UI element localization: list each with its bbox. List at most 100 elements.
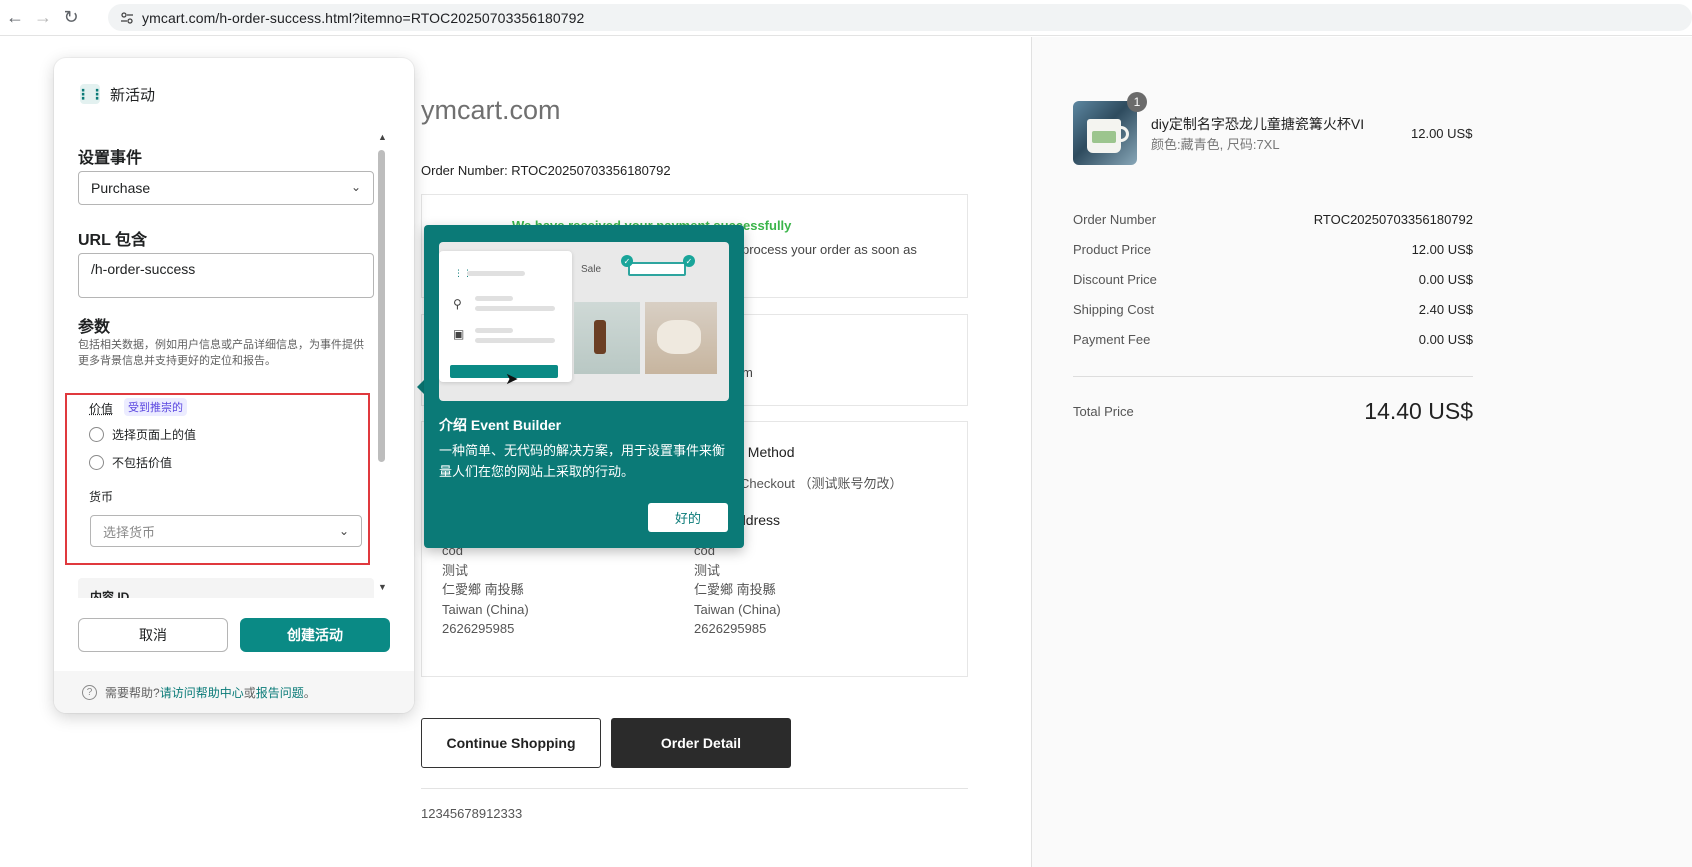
scroll-down-arrow-icon[interactable]: ▼ [378,582,387,592]
summary-divider [1073,376,1473,377]
radio-circle[interactable] [89,455,104,470]
address-line: 测试 [442,562,469,578]
product-thumbnail [1073,101,1137,165]
radio-exclude-value[interactable]: 不包括价值 [89,454,172,471]
mug-handle [1119,126,1129,142]
help-or: 或 [243,685,256,700]
scrollbar-thumb[interactable] [378,150,385,462]
illustration-product-stones [645,302,717,374]
summary-value: 12.00 US$ [1411,242,1473,257]
bottle-shape [594,320,606,354]
summary-row-payment-fee: Payment Fee 0.00 US$ [1073,332,1473,347]
summary-label: Shipping Cost [1073,302,1154,317]
address-bar[interactable]: ymcart.com/h-order-success.html?itemno=R… [108,4,1692,31]
summary-label: Discount Price [1073,272,1157,287]
event-builder-panel: ⋮⋮ 新活动 ▲ ▼ 设置事件 Purchase ⌄ URL 包含 /h-ord… [54,58,414,713]
product-price: 12.00 US$ [1411,126,1473,141]
help-suffix: 。 [303,685,316,700]
radio-select-on-page[interactable]: 选择页面上的值 [89,426,196,443]
help-footer: ? 需要帮助? 请访问帮助中心 或 报告问题 。 [54,671,414,713]
order-detail-button[interactable]: Order Detail [611,718,791,768]
site-info-icon[interactable] [118,9,136,27]
illustration-line [475,296,513,301]
params-label: 参数 [78,319,111,336]
total-label: Total Price [1073,404,1134,419]
help-center-link[interactable]: 请访问帮助中心 [160,684,244,701]
illustration-search-icon: ⚲ [453,297,462,311]
content-id-label: 内容 ID [90,590,130,598]
summary-row-order-number: Order Number RTOC20250703356180792 [1073,212,1473,227]
illustration-search-box [628,262,686,276]
event-builder-intro-popover: ⋮⋮ ⚲ ▣ ➤ Sale ✓ ✓ 介绍 Event Builder 一种简单、… [424,225,744,548]
product-name: diy定制名字恐龙儿童搪瓷篝火杯VI [1151,116,1365,132]
stones-shape [657,320,701,354]
summary-label: Payment Fee [1073,332,1151,347]
billing-address: cod 测试 仁愛鄉 南投縣 Taiwan (China) 2626295985 [442,541,529,639]
address-line: 仁愛鄉 南投縣 [442,582,524,597]
check-icon: ✓ [683,255,695,267]
summary-value: 2.40 US$ [1418,302,1473,317]
summary-row-discount-price: Discount Price 0.00 US$ [1073,272,1473,287]
recommended-badge: 受到推崇的 [124,398,187,416]
cancel-button[interactable]: 取消 [78,618,228,652]
order-number-line: Order Number: RTOC20250703356180792 [421,163,671,178]
back-arrow-icon[interactable]: ← [2,5,28,31]
divider [421,788,968,789]
currency-label: 货币 [89,490,114,504]
address-line: 2626295985 [442,621,515,636]
popover-ok-button[interactable]: 好的 [648,503,728,532]
event-type-value: Purchase [91,180,151,196]
drag-grip-icon[interactable]: ⋮⋮ [76,84,104,104]
help-prefix: 需要帮助? [105,685,160,700]
chevron-down-icon: ⌄ [338,524,349,538]
event-type-select[interactable]: Purchase ⌄ [78,171,374,205]
product-variant: 颜色:藏青色, 尺码:7XL [1151,137,1280,152]
quantity-badge: 1 [1127,92,1147,112]
radio-circle[interactable] [89,427,104,442]
radio-label: 选择页面上的值 [112,428,197,442]
illustration-line [475,306,555,311]
total-row: Total Price 14.40 US$ [1073,398,1473,425]
url-contains-input[interactable]: /h-order-success [78,253,374,298]
currency-select[interactable]: 选择货币 ⌄ [90,515,362,547]
illustration-line [475,338,555,343]
address-line: 仁愛鄉 南投縣 [694,582,776,597]
popover-illustration: ⋮⋮ ⚲ ▣ ➤ Sale ✓ ✓ [439,242,729,401]
chevron-down-icon: ⌄ [350,180,361,194]
params-description: 包括相关数据，例如用户信息或产品详细信息，为事件提供更多背景信息并支持更好的定位… [78,339,364,367]
url-text[interactable]: ymcart.com/h-order-success.html?itemno=R… [142,10,584,26]
reload-icon[interactable]: ↻ [58,5,84,31]
address-line: 2626295985 [694,621,767,636]
popover-title: 介绍 Event Builder [439,417,562,433]
payment-method-value: Checkout （测试账号勿改） [740,476,903,491]
summary-value: 0.00 US$ [1418,332,1473,347]
process-message: process your order as soon as [742,242,917,257]
currency-placeholder: 选择货币 [103,524,156,540]
address-title: ddress [738,512,781,528]
illustration-panel: ⋮⋮ ⚲ ▣ ➤ [439,251,572,388]
address-line: Taiwan (China) [442,601,529,617]
scroll-up-arrow-icon[interactable]: ▲ [378,132,387,142]
site-name[interactable]: ymcart.com [421,95,561,126]
forward-arrow-icon[interactable]: → [30,5,56,31]
set-event-label: 设置事件 [78,150,143,167]
report-issue-link[interactable]: 报告问题 [256,684,304,701]
illustration-line [475,328,513,333]
content-id-section[interactable]: 内容 ID [78,578,374,598]
create-event-button[interactable]: 创建活动 [240,618,390,652]
summary-value: 0.00 US$ [1418,272,1473,287]
summary-label: Product Price [1073,242,1152,257]
illustration-bag-icon: ▣ [453,327,465,341]
continue-shopping-button[interactable]: Continue Shopping [421,718,601,768]
total-value: 14.40 US$ [1364,398,1473,424]
summary-label: Order Number [1073,212,1157,227]
summary-value: RTOC20250703356180792 [1313,212,1473,227]
address-line: Taiwan (China) [694,601,781,617]
url-contains-label: URL 包含 [78,232,148,249]
radio-label: 不包括价值 [112,456,173,470]
help-icon: ? [82,684,97,700]
shipping-address: cod 测试 仁愛鄉 南投縣 Taiwan (China) 2626295985 [694,541,781,639]
illustration-product-bottle [574,302,640,374]
event-builder-header: ⋮⋮ 新活动 [54,58,414,130]
cursor-icon: ➤ [505,371,519,388]
